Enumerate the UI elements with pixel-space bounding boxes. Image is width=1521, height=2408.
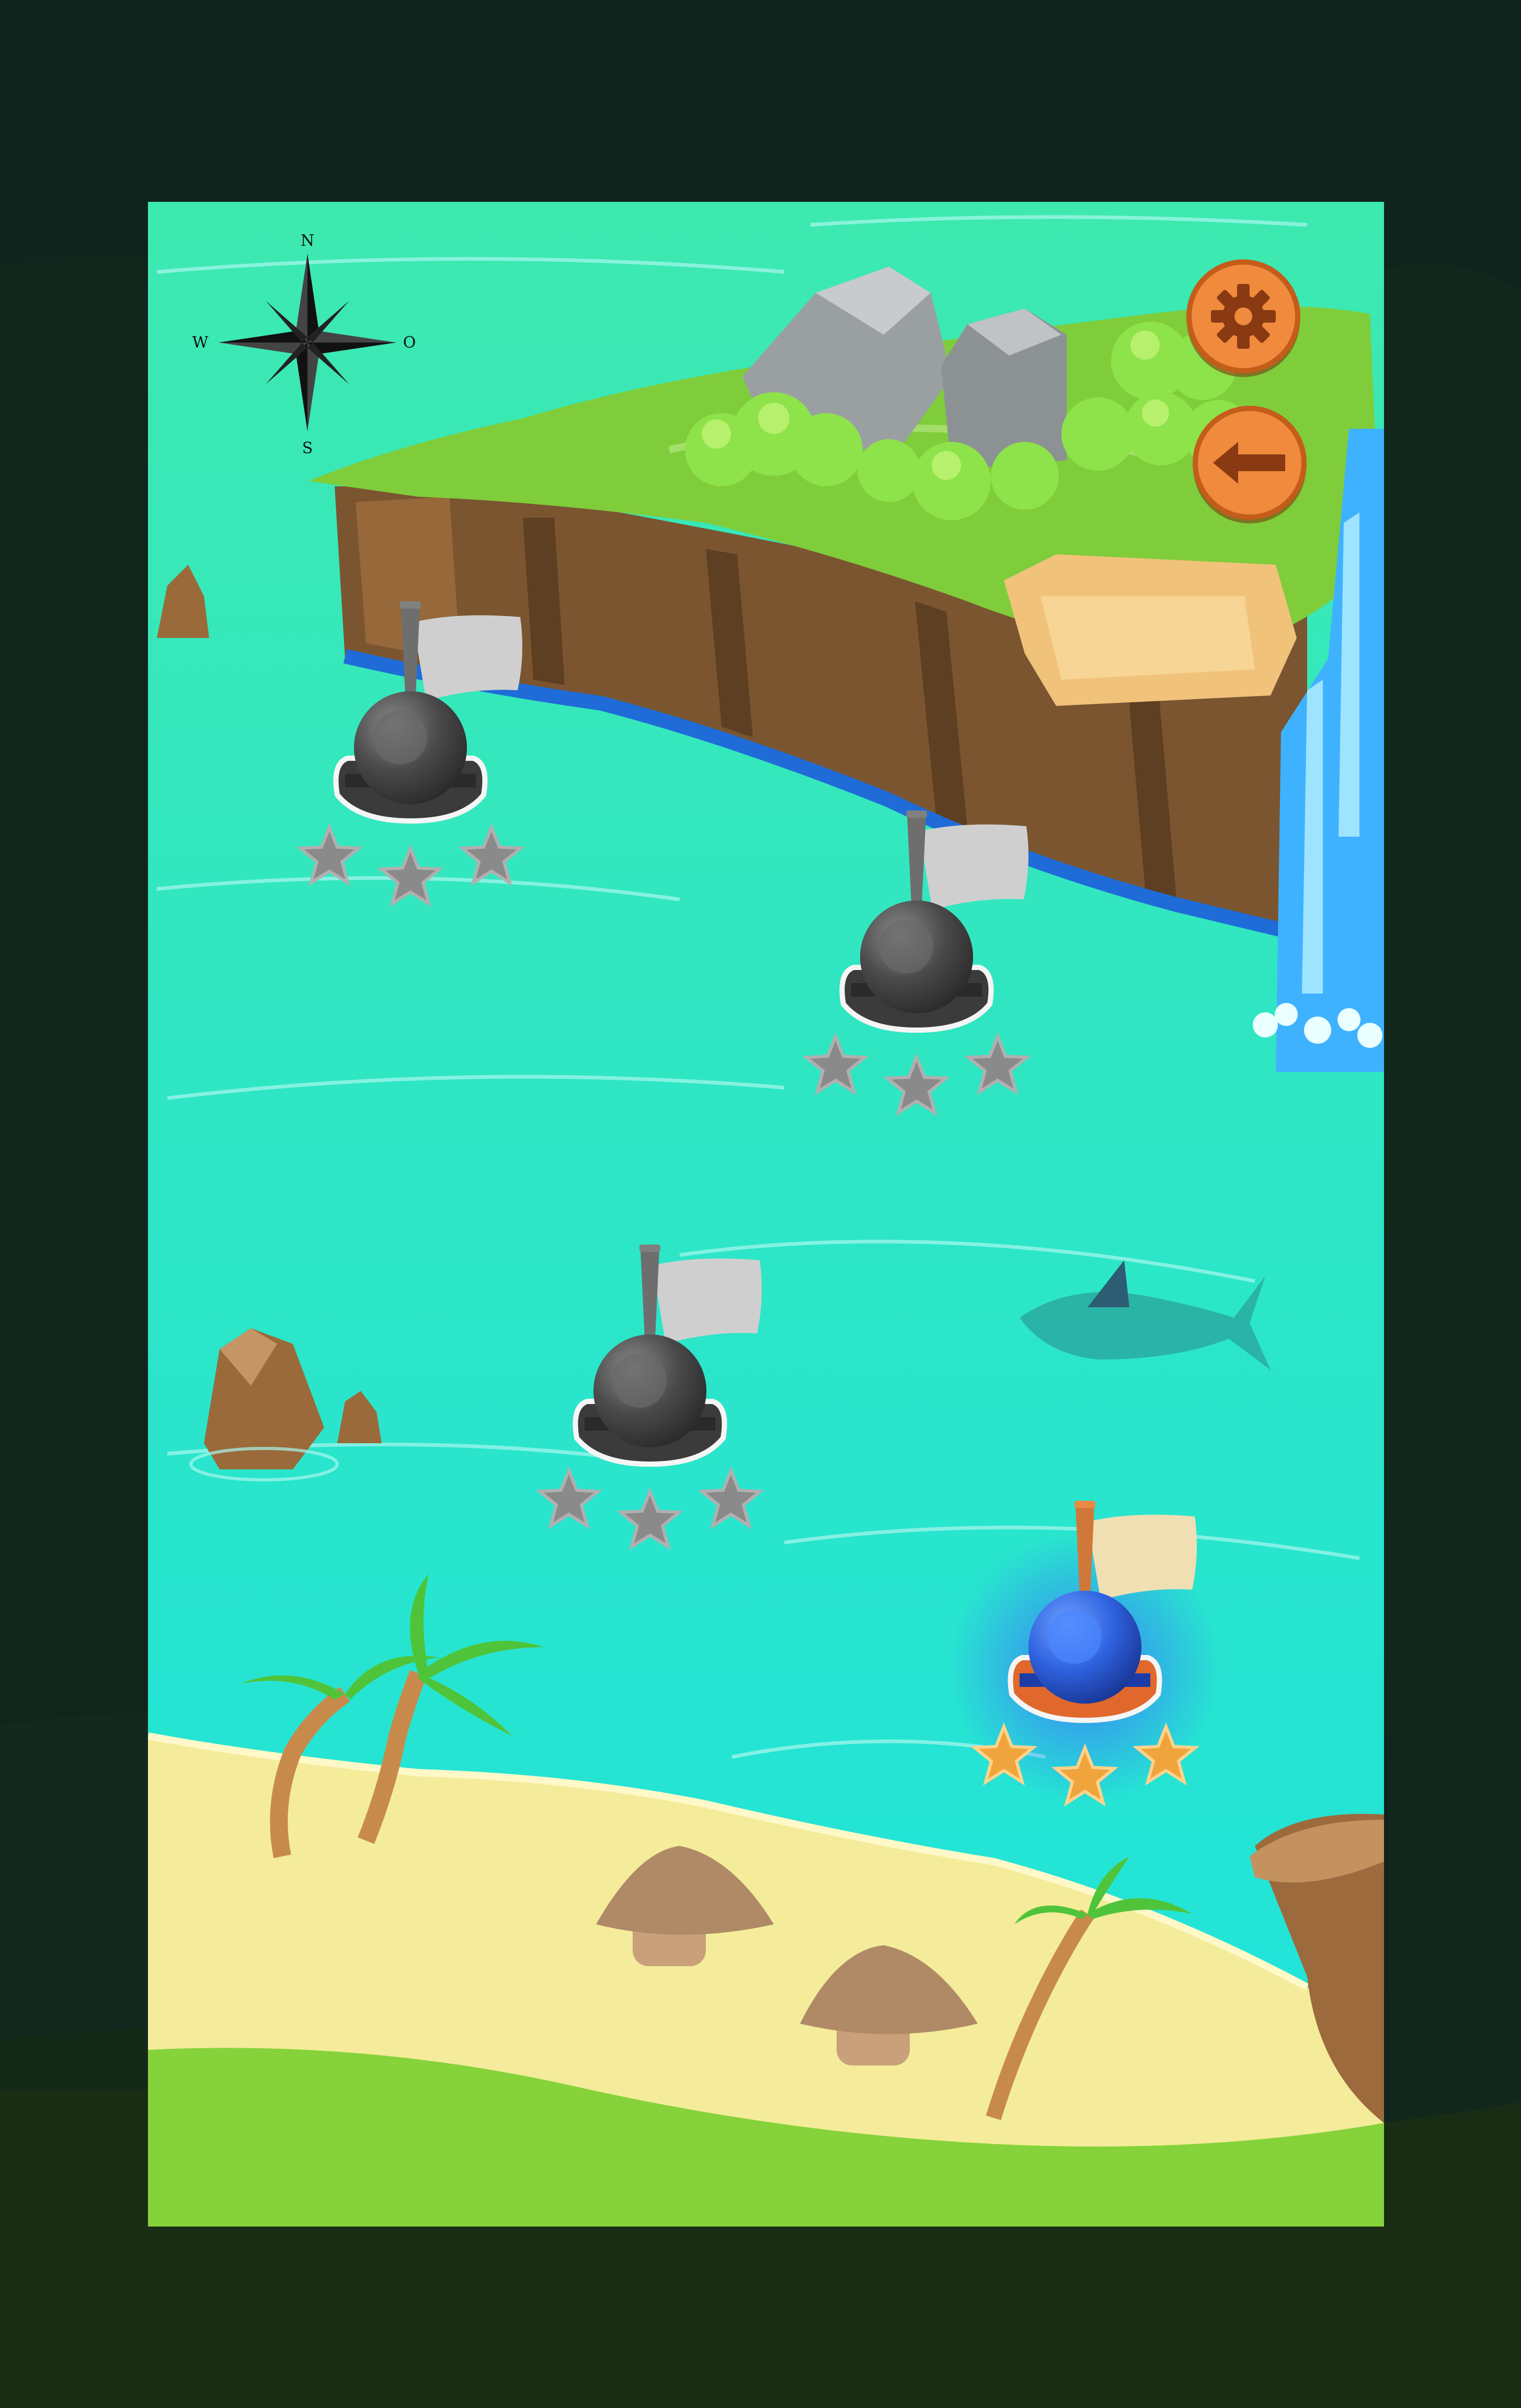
settings-button[interactable] [1186, 259, 1300, 377]
gear-icon [1211, 284, 1276, 349]
level-mast-cap [639, 1245, 660, 1252]
level-dome-highlight [879, 919, 933, 974]
level-mast-cap [1074, 1501, 1095, 1508]
level-flag [1088, 1514, 1197, 1600]
back-button[interactable] [1193, 406, 1307, 523]
level-dome-highlight [612, 1353, 667, 1408]
level-dome-highlight [1047, 1610, 1102, 1664]
compass-east-label: O [403, 334, 416, 352]
level-mast-cap [906, 811, 927, 818]
level-flag [653, 1258, 762, 1344]
level-dome-highlight [373, 710, 427, 764]
level-mast-cap [400, 601, 421, 609]
compass-west-label: W [192, 334, 209, 352]
level-flag [919, 824, 1028, 910]
compass-north-label: N [301, 232, 314, 250]
compass-south-label: S [302, 439, 313, 458]
level-map-scene: N S W O [0, 0, 1521, 2408]
level-flag [413, 615, 522, 701]
game-viewport [148, 202, 1384, 2227]
